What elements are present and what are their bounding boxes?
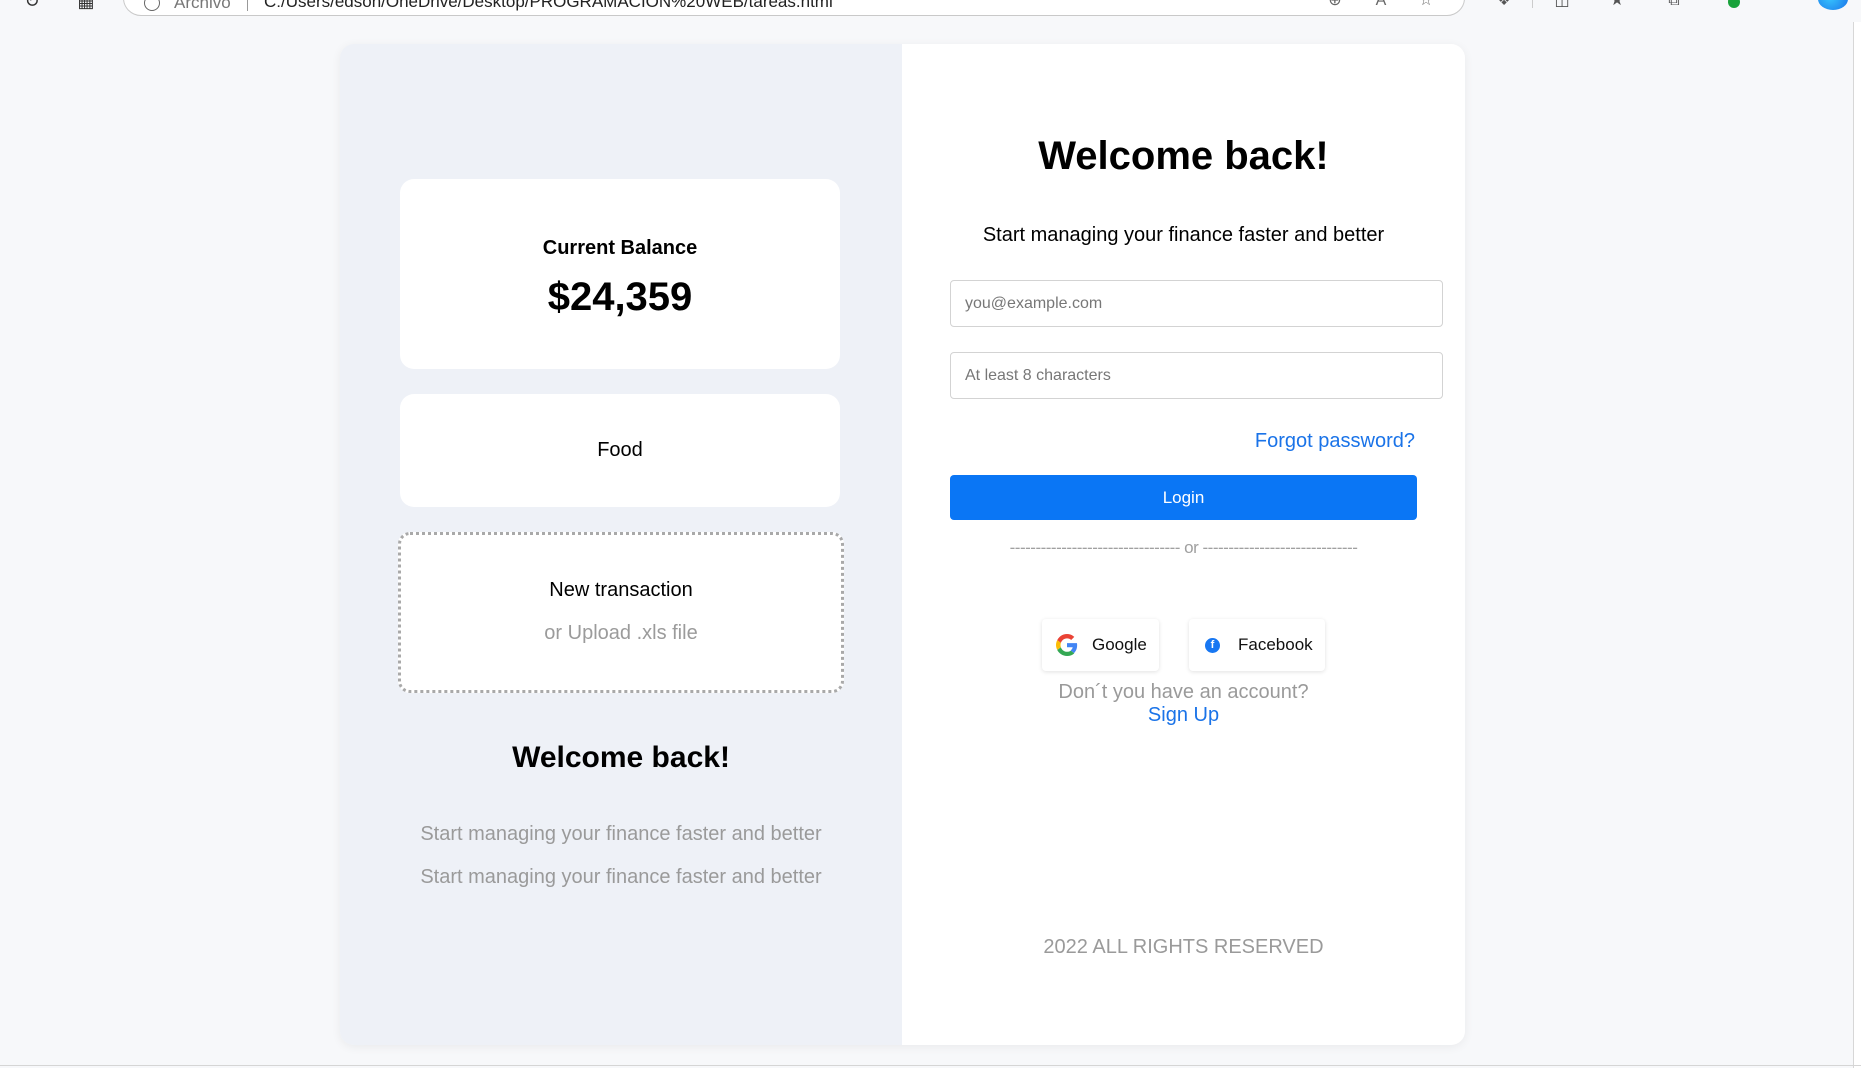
footer-copyright: 2022 ALL RIGHTS RESERVED [1043,936,1324,958]
forgot-password-link[interactable]: Forgot password? [1255,430,1415,453]
address-scheme-label: Archivo [174,0,231,12]
login-form-panel: Welcome back! Start managing your financ… [902,44,1465,1045]
extensions-icon[interactable]: ❖ [1493,0,1515,12]
split-screen-icon[interactable]: ◫ [1551,0,1573,12]
balance-card: Current Balance $24,359 [400,179,840,369]
no-account-text: Don´t you have an account? [1058,681,1309,703]
browser-toolbar: ↻ ▦ Archivo C:/Users/edson/OneDrive/Desk… [0,0,1861,22]
email-field[interactable] [950,280,1443,327]
preview-subtitle: Start managing your finance faster and b… [420,866,822,888]
signup-link[interactable]: Sign Up [902,704,1465,727]
facebook-label: Facebook [1238,635,1313,654]
refresh-icon[interactable]: ↻ [21,0,43,12]
google-label: Google [1092,635,1147,654]
google-login-button[interactable]: Google [1042,619,1159,671]
or-divider: --------------------------------- or ---… [1009,538,1358,557]
favorites-bar-icon[interactable]: ★ [1606,0,1628,12]
login-button[interactable]: Login [950,475,1417,520]
read-aloud-icon[interactable]: A [1371,0,1391,11]
finance-preview-panel: Current Balance $24,359 Food New transac… [340,44,902,1045]
preview-title: Welcome back! [512,741,730,774]
password-field[interactable] [950,352,1443,399]
category-card-food: Food [400,394,840,507]
balance-label: Current Balance [542,237,698,259]
address-bar[interactable]: Archivo C:/Users/edson/OneDrive/Desktop/… [123,0,1465,16]
login-card: Current Balance $24,359 Food New transac… [340,44,1465,1045]
copilot-icon[interactable] [1818,0,1848,10]
favorite-icon[interactable]: ☆ [1416,0,1436,11]
google-icon [1056,634,1078,656]
page-title: Welcome back! [1038,134,1329,178]
zoom-icon[interactable]: ⊕ [1325,0,1345,11]
balance-amount: $24,359 [547,275,693,319]
facebook-login-button[interactable]: f Facebook [1189,619,1325,671]
address-divider [247,0,248,11]
preview-subtitle: Start managing your finance faster and b… [420,823,822,845]
upload-xls-label: or Upload .xls file [544,622,698,644]
address-url[interactable]: C:/Users/edson/OneDrive/Desktop/PROGRAMA… [264,0,833,12]
info-icon[interactable] [144,0,160,11]
toolbar-divider [1532,0,1533,8]
scrollbar-track[interactable] [1853,22,1861,1068]
tabs-icon[interactable]: ▦ [75,0,97,12]
facebook-icon: f [1205,637,1220,653]
window-bottom-edge [0,1065,1861,1066]
page-tagline: Start managing your finance faster and b… [982,224,1385,246]
new-transaction-dropzone[interactable]: New transaction or Upload .xls file [398,532,844,693]
collections-icon[interactable]: ⧉ [1663,0,1685,12]
new-transaction-label: New transaction [549,579,693,601]
